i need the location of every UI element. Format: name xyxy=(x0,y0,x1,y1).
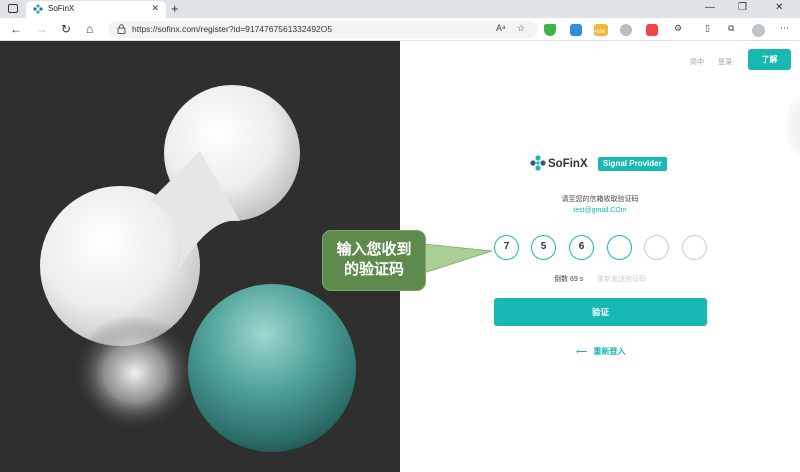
code-digit-1[interactable]: 7 xyxy=(494,235,519,260)
more-menu-icon[interactable]: ⋯ xyxy=(780,23,789,34)
brand-name: SoFinX xyxy=(548,158,588,170)
telegram-extension-icon[interactable] xyxy=(570,24,582,36)
restore-button[interactable]: ❐ xyxy=(738,2,747,13)
relogin-label: 重新登入 xyxy=(593,347,626,356)
arrow-left-icon: ⟵ xyxy=(576,347,588,356)
browser-tab[interactable]: SoFinX ✕ xyxy=(26,1,166,18)
email-prompt: 请至您的信箱收取验证码 xyxy=(561,196,639,203)
countdown-timer: 倒数 69 s xyxy=(554,276,584,283)
browser-tab-bar: SoFinX ✕ + — ❐ ✕ xyxy=(0,0,800,18)
profile-avatar[interactable] xyxy=(752,24,765,37)
code-digit-6[interactable] xyxy=(682,235,707,260)
forward-button[interactable]: → xyxy=(36,22,48,36)
favorite-star-icon[interactable]: ☆ xyxy=(517,23,525,34)
annotation-line-1: 输入您收到 xyxy=(336,241,412,258)
verify-button[interactable]: 验证 xyxy=(494,298,707,326)
close-window-button[interactable]: ✕ xyxy=(775,2,783,13)
color-extension-icon[interactable] xyxy=(646,24,658,36)
url-text: https://sofinx.com/register?id=917476756… xyxy=(132,24,333,34)
annotation-line-2: 的验证码 xyxy=(343,261,404,278)
extensions-icon[interactable]: ⚙ xyxy=(674,23,682,34)
code-digit-3[interactable]: 6 xyxy=(569,235,594,260)
tab-actions-icon[interactable] xyxy=(8,4,18,13)
annotation-callout: 输入您收到 的验证码 xyxy=(322,230,426,291)
code-digit-4[interactable] xyxy=(607,235,632,260)
shield-extension-icon[interactable] xyxy=(544,24,556,36)
login-link[interactable]: 登录 xyxy=(718,57,732,67)
home-button[interactable]: ⌂ xyxy=(86,22,93,36)
badge-extension-icon[interactable]: +50k xyxy=(594,24,608,36)
resend-code-link[interactable]: 重新发送验证码 xyxy=(597,274,646,284)
reload-button[interactable]: ↻ xyxy=(61,22,71,36)
page-content: 简中 登录 了解 SoFinX Signal Provider 请至您的信箱收取… xyxy=(0,41,800,472)
sofinx-logo-icon xyxy=(530,155,546,171)
collections-icon[interactable]: ⧉ xyxy=(728,23,734,34)
email-address: test@gmail.COm xyxy=(573,207,627,214)
extension-badge-count: +50k xyxy=(594,29,605,35)
relogin-link[interactable]: ⟵ 重新登入 xyxy=(576,346,625,357)
new-tab-button[interactable]: + xyxy=(171,1,179,16)
sofinx-favicon-icon xyxy=(33,4,43,14)
minimize-button[interactable]: — xyxy=(705,2,715,13)
verification-panel: 简中 登录 了解 SoFinX Signal Provider 请至您的信箱收取… xyxy=(400,41,800,472)
tab-title: SoFinX xyxy=(48,4,75,13)
split-screen-icon[interactable]: ▯ xyxy=(705,23,710,34)
code-digit-2[interactable]: 5 xyxy=(531,235,556,260)
tab-close-icon[interactable]: ✕ xyxy=(151,3,159,14)
address-toolbar: ← → ↻ ⌂ https://sofinx.com/register?id=9… xyxy=(0,18,800,41)
address-bar[interactable]: https://sofinx.com/register?id=917476756… xyxy=(108,21,538,38)
edge-decoration xyxy=(786,96,800,156)
back-button[interactable]: ← xyxy=(10,22,22,36)
language-link[interactable]: 简中 xyxy=(690,57,704,67)
learn-more-button[interactable]: 了解 xyxy=(748,49,791,70)
signal-provider-badge: Signal Provider xyxy=(598,157,667,171)
code-digit-5[interactable] xyxy=(644,235,669,260)
read-aloud-icon[interactable]: Aᵃ xyxy=(496,23,505,33)
moon-extension-icon[interactable] xyxy=(620,24,632,36)
lock-icon xyxy=(117,24,126,34)
